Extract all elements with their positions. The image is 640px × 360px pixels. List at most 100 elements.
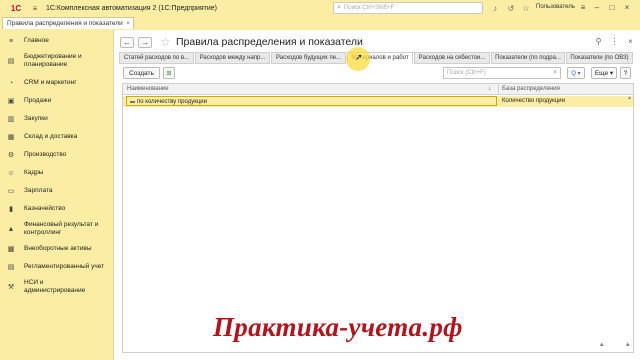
list-toolbar: Создать ⊞ Поиск (Ctrl+F) × Q ▾ Еще ▾ ? [121,66,636,80]
salary-icon: ▭ [7,187,15,195]
main-panel: ← → ☆ Правила распределения и показатели… [113,30,640,360]
tab-cost-expenses[interactable]: Расходов на себестои... [414,52,490,64]
close-form-icon[interactable]: × [626,37,635,46]
column-header-base[interactable]: База распределения [502,86,560,92]
scroll-top-icon[interactable]: ▴ [600,340,604,348]
table-header: Наименование ↓ База распределения [123,84,633,95]
maximize-button[interactable]: □ [607,2,617,13]
open-windows-strip: Правила распределения и показатели × [0,16,640,30]
mouse-cursor-icon: ➚ [355,52,363,62]
tab-future-expenses[interactable]: Расходов будущих пе... [271,52,346,64]
settings-icon[interactable]: ≡ [578,2,588,13]
warehouse-icon: ▦ [7,133,15,141]
help-button[interactable]: ? [620,67,631,79]
accounting-icon: ▤ [7,263,15,271]
open-window-tab-label: Правила распределения и показатели [7,20,123,27]
item-marker-icon [130,101,135,103]
sidebar-item-label: НСИ и администрирование [24,279,86,294]
hr-icon: ☺ [7,169,15,177]
global-search-input[interactable]: ⌕ Поиск Ctrl+Shift+F [333,2,483,14]
table-row[interactable]: по количеству продукции Количество проду… [123,96,633,107]
purchases-icon: ▥ [7,115,15,123]
sidebar-item-label: Зарплата [24,187,53,194]
more-actions-icon[interactable]: ⋮ [610,37,619,46]
menu-grid-icon[interactable]: ≡ [30,3,40,13]
sidebar-item-label: Бюджетирование и планирование [24,53,82,68]
tab-expenses-between-directions[interactable]: Расходов между напр... [195,52,270,64]
sidebar-item-salary[interactable]: ▭ Зарплата [0,186,112,196]
tab-indicators-by-division[interactable]: Показатели (по подра... [491,52,565,64]
sidebar-item-treasury[interactable]: ▮ Казначейство [0,204,112,214]
crm-icon: ◔ [8,79,14,87]
clear-search-icon[interactable]: × [553,70,557,76]
production-icon: ⚙ [7,151,15,159]
sidebar-item-warehouse[interactable]: ▦ Склад и доставка [0,132,112,142]
minimize-button[interactable]: – [592,2,602,13]
finance-icon: ▲ [7,225,15,233]
sidebar-item-crm[interactable]: ◔ CRM и маркетинг [0,78,112,88]
sidebar-item-admin[interactable]: ⚒ НСИ и администрирование [0,278,112,296]
budget-icon: ▤ [7,57,15,65]
form-title: Правила распределения и показатели [176,36,363,48]
sidebar-item-main[interactable]: ≡ Главное [0,36,112,46]
sort-down-icon[interactable]: ↓ [488,85,491,92]
section-tabs: Статей расходов по в... Расходов между н… [119,52,638,64]
menu-icon: ≡ [8,37,14,45]
sidebar-item-label: Финансовый результат и контроллинг [24,221,99,236]
search-icon: ⌕ [337,4,341,11]
list-search-placeholder: Поиск (Ctrl+F) [447,70,486,76]
tab-expense-items[interactable]: Статей расходов по в... [119,52,194,64]
sidebar-item-label: Главное [24,37,49,44]
favorite-star-icon[interactable]: ☆ [160,35,171,49]
sidebar-item-label: Кадры [24,169,44,176]
sidebar-item-label: Производство [24,151,67,158]
more-button[interactable]: Еще ▾ [591,67,617,79]
column-divider [498,84,499,95]
sidebar-item-sales[interactable]: ▣ Продажи [0,96,112,106]
sidebar-item-budgeting[interactable]: ▤ Бюджетирование и планирование [0,52,112,70]
sidebar-item-label: Закупки [24,115,48,122]
sidebar-item-label: Казначейство [24,205,66,212]
link-icon[interactable]: ⚲ [594,37,603,46]
sidebar-item-label: Регламентированный учет [24,263,105,270]
close-window-button[interactable]: × [622,2,632,13]
cell-name[interactable]: по количеству продукции [126,96,497,106]
sidebar: ≡ Главное ▤ Бюджетирование и планировани… [0,30,112,360]
sidebar-item-label: Внеоборотные активы [24,245,92,252]
create-button[interactable]: Создать [123,67,160,79]
scroll-up-icon[interactable]: ▲ [627,95,633,101]
watermark: Практика-учета.рф [213,312,463,342]
list-search-input[interactable]: Поиск (Ctrl+F) × [443,67,561,79]
bell-icon[interactable]: ♪ [490,3,500,13]
sidebar-item-label: CRM и маркетинг [24,79,77,86]
sidebar-item-label: Продажи [24,97,52,104]
scroll-bottom-icon[interactable]: ▴ [626,340,630,348]
sales-icon: ▣ [7,97,15,105]
copy-icon[interactable]: ⊞ [163,67,175,79]
app-title: 1С:Комплексная автоматизация 2 (1С:Предп… [46,4,218,12]
treasury-icon: ▮ [9,205,13,213]
close-tab-icon[interactable]: × [126,20,130,27]
user-name[interactable]: Пользователь [536,4,575,10]
cell-base[interactable]: Количество продукции [502,98,565,104]
favorites-icon[interactable]: ☆ [521,3,531,13]
global-search-placeholder: Поиск Ctrl+Shift+F [343,5,395,11]
assets-icon: ▩ [7,245,15,253]
sidebar-item-label: Склад и доставка [24,133,78,140]
open-window-tab[interactable]: Правила распределения и показатели × [2,17,134,29]
find-button[interactable]: Q ▾ [567,67,585,79]
1c-logo-icon: 1С [10,3,22,13]
cell-name-text: по количеству продукции [137,99,207,105]
tab-indicators-by-ovz[interactable]: Показатели (по ОВЗ) [566,52,633,64]
column-header-name[interactable]: Наименование [127,86,169,92]
forward-button[interactable]: → [138,37,152,48]
sidebar-item-assets[interactable]: ▩ Внеоборотные активы [0,244,112,254]
history-icon[interactable]: ↺ [506,3,516,13]
sidebar-item-finance[interactable]: ▲ Финансовый результат и контроллинг [0,220,112,238]
sidebar-item-hr[interactable]: ☺ Кадры [0,168,112,178]
sidebar-item-accounting[interactable]: ▤ Регламентированный учет [0,262,112,272]
back-button[interactable]: ← [120,37,134,48]
admin-icon: ⚒ [7,283,15,291]
sidebar-item-purchases[interactable]: ▥ Закупки [0,114,112,124]
sidebar-item-production[interactable]: ⚙ Производство [0,150,112,160]
